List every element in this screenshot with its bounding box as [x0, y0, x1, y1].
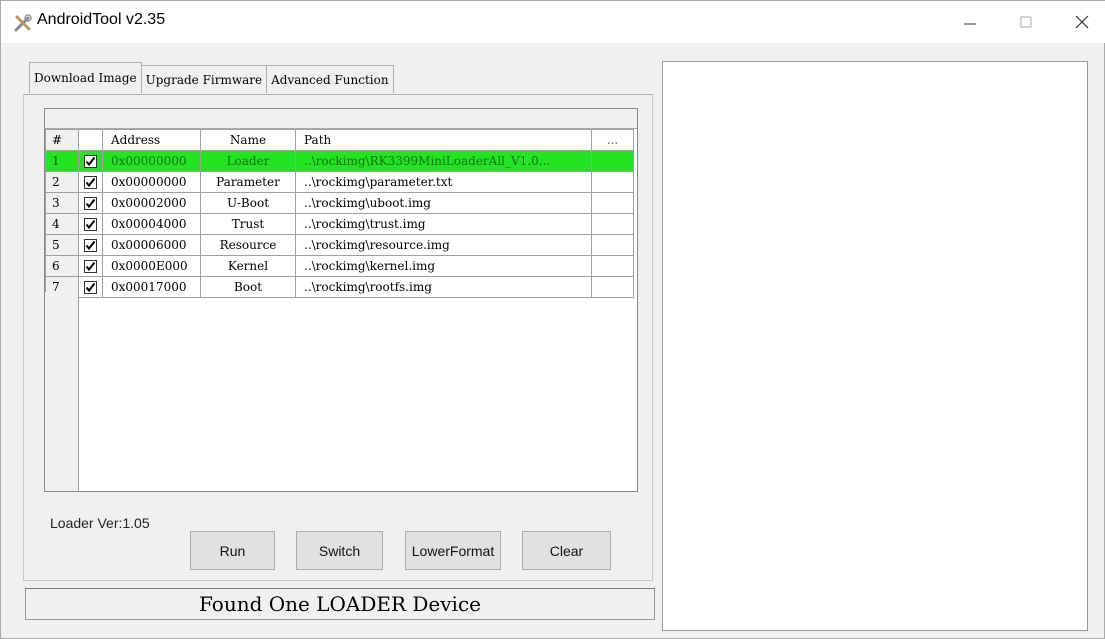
row-number: 5 — [45, 234, 79, 256]
row-name[interactable]: U-Boot — [200, 192, 296, 214]
row-address[interactable]: 0x00002000 — [102, 192, 201, 214]
minimize-button[interactable] — [947, 7, 993, 37]
row-browse[interactable] — [591, 150, 634, 172]
title-bar[interactable]: AndroidTool v2.35 — [1, 1, 1105, 43]
row-browse[interactable] — [591, 276, 634, 298]
header-extra[interactable]: ... — [591, 129, 634, 151]
row-checkbox[interactable] — [84, 218, 97, 231]
table-row[interactable]: 2 0x00000000 Parameter ..\rockimg\parame… — [45, 171, 634, 193]
run-button[interactable]: Run — [190, 531, 275, 570]
lowerformat-button[interactable]: LowerFormat — [405, 531, 501, 570]
tab-download-image[interactable]: Download Image — [29, 62, 142, 93]
row-browse[interactable] — [591, 213, 634, 235]
tab-upgrade-firmware[interactable]: Upgrade Firmware — [140, 65, 268, 93]
row-name[interactable]: Loader — [200, 150, 296, 172]
tab-advanced-function[interactable]: Advanced Function — [266, 65, 394, 93]
row-path[interactable]: ..\rockimg\kernel.img — [295, 255, 592, 277]
loader-version-label: Loader Ver:1.05 — [50, 515, 150, 531]
row-address[interactable]: 0x00017000 — [102, 276, 201, 298]
row-path[interactable]: ..\rockimg\parameter.txt — [295, 171, 592, 193]
row-browse[interactable] — [591, 255, 634, 277]
close-icon — [1075, 15, 1089, 29]
row-browse[interactable] — [591, 234, 634, 256]
status-message: Found One LOADER Device — [25, 588, 655, 620]
row-browse[interactable] — [591, 171, 634, 193]
row-name[interactable]: Resource — [200, 234, 296, 256]
image-table: # Address Name Path ... 1 0x00000000 Loa… — [45, 129, 634, 298]
header-address[interactable]: Address — [102, 129, 201, 151]
table-row[interactable]: 7 0x00017000 Boot ..\rockimg\rootfs.img — [45, 276, 634, 298]
table-row[interactable]: 4 0x00004000 Trust ..\rockimg\trust.img — [45, 213, 634, 235]
table-row[interactable]: 1 0x00000000 Loader ..\rockimg\RK3399Min… — [45, 150, 634, 172]
row-number: 3 — [45, 192, 79, 214]
row-path[interactable]: ..\rockimg\uboot.img — [295, 192, 592, 214]
header-path[interactable]: Path — [295, 129, 592, 151]
table-row[interactable]: 5 0x00006000 Resource ..\rockimg\resourc… — [45, 234, 634, 256]
android-tool-icon — [13, 13, 33, 33]
row-address[interactable]: 0x00000000 — [102, 150, 201, 172]
table-header-row: # Address Name Path ... — [45, 129, 634, 151]
tab-strip: Download Image Upgrade Firmware Advanced… — [29, 62, 394, 95]
row-address[interactable]: 0x00004000 — [102, 213, 201, 235]
left-panel: Download Image Upgrade Firmware Advanced… — [23, 61, 653, 581]
row-name[interactable]: Kernel — [200, 255, 296, 277]
row-number: 6 — [45, 255, 79, 277]
row-address[interactable]: 0x00000000 — [102, 171, 201, 193]
row-address[interactable]: 0x00006000 — [102, 234, 201, 256]
row-checkbox[interactable] — [84, 155, 97, 168]
header-num[interactable]: # — [45, 129, 79, 151]
row-checkbox[interactable] — [84, 260, 97, 273]
row-path[interactable]: ..\rockimg\resource.img — [295, 234, 592, 256]
row-checkbox[interactable] — [84, 281, 97, 294]
row-checkbox[interactable] — [84, 239, 97, 252]
row-path[interactable]: ..\rockimg\trust.img — [295, 213, 592, 235]
download-image-panel: # Address Name Path ... 1 0x00000000 Loa… — [23, 94, 653, 581]
row-browse[interactable] — [591, 192, 634, 214]
header-name[interactable]: Name — [200, 129, 296, 151]
table-row[interactable]: 3 0x00002000 U-Boot ..\rockimg\uboot.img — [45, 192, 634, 214]
table-row[interactable]: 6 0x0000E000 Kernel ..\rockimg\kernel.im… — [45, 255, 634, 277]
image-list-grid[interactable]: # Address Name Path ... 1 0x00000000 Loa… — [44, 108, 638, 492]
log-output-panel[interactable] — [662, 61, 1088, 631]
header-check[interactable] — [78, 129, 103, 151]
row-path[interactable]: ..\rockimg\RK3399MiniLoaderAll_V1.0... — [295, 150, 592, 172]
clear-button[interactable]: Clear — [522, 531, 611, 570]
row-number: 1 — [45, 150, 79, 172]
row-checkbox[interactable] — [84, 197, 97, 210]
row-number: 4 — [45, 213, 79, 235]
grid-row-header-column — [45, 292, 79, 491]
row-name[interactable]: Parameter — [200, 171, 296, 193]
row-address[interactable]: 0x0000E000 — [102, 255, 201, 277]
window-title: AndroidTool v2.35 — [37, 11, 166, 28]
row-name[interactable]: Boot — [200, 276, 296, 298]
switch-button[interactable]: Switch — [296, 531, 383, 570]
maximize-icon — [1020, 16, 1032, 28]
close-button[interactable] — [1059, 7, 1105, 37]
minimize-icon — [964, 23, 976, 25]
row-number: 2 — [45, 171, 79, 193]
grid-top-bar — [45, 109, 637, 129]
row-path[interactable]: ..\rockimg\rootfs.img — [295, 276, 592, 298]
maximize-button[interactable] — [1003, 7, 1049, 37]
row-checkbox[interactable] — [84, 176, 97, 189]
android-tool-window: AndroidTool v2.35 Download Image Upgrade… — [0, 0, 1105, 639]
row-name[interactable]: Trust — [200, 213, 296, 235]
